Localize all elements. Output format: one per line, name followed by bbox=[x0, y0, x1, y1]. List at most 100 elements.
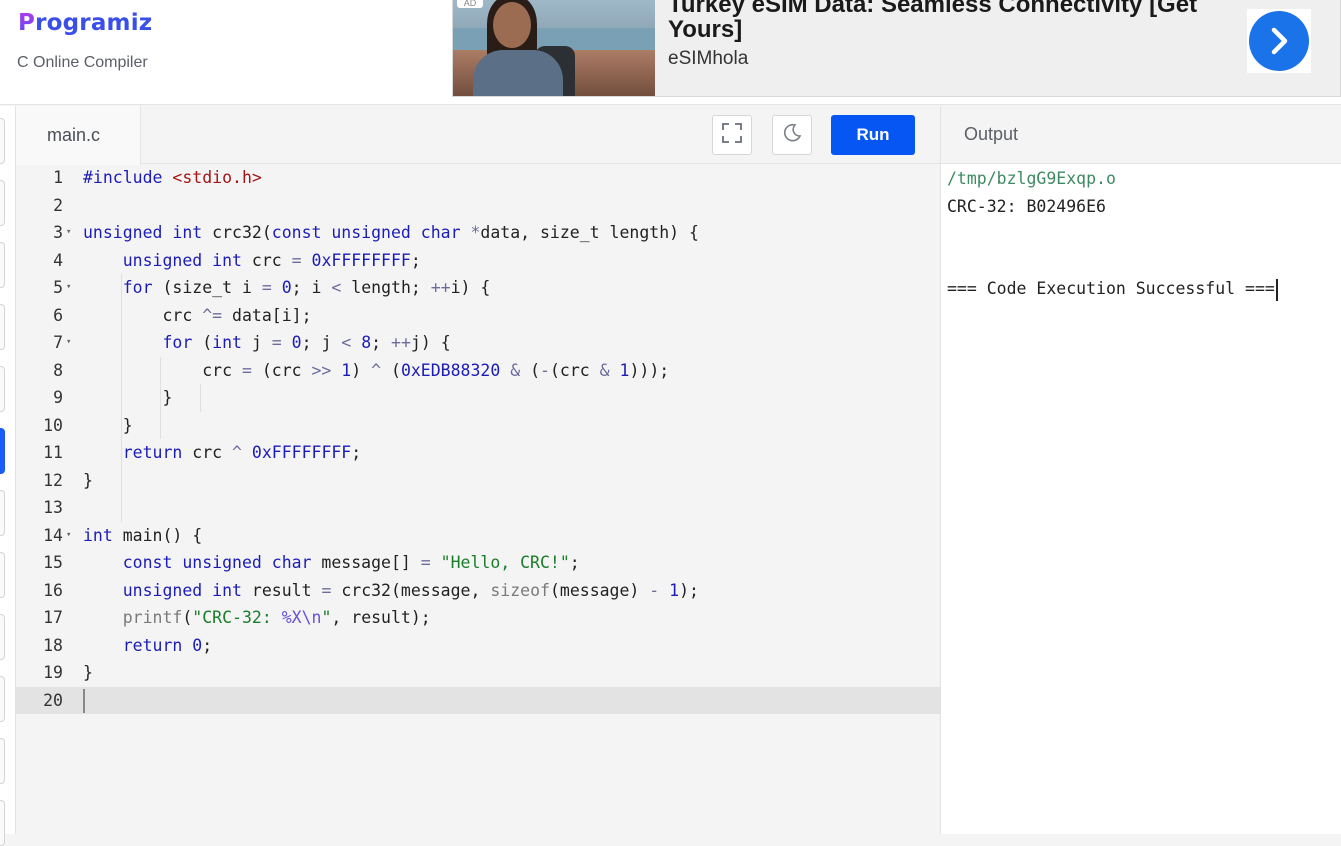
line-number: 2 bbox=[53, 195, 63, 215]
code-line[interactable]: 9 } bbox=[16, 384, 940, 412]
output-title: Output bbox=[941, 106, 1341, 164]
code-line[interactable]: 7 ▾ for (int j = 0; j < 8; ++j) { bbox=[16, 329, 940, 357]
code-area[interactable]: 1 #include <stdio.h> 2 3 ▾ unsigned int crc32… bbox=[16, 164, 940, 834]
code-text: return 0; bbox=[122, 635, 213, 655]
run-button[interactable]: Run bbox=[831, 115, 915, 155]
page-subtitle: C Online Compiler bbox=[17, 54, 148, 71]
line-number: 16 bbox=[43, 580, 63, 600]
code-line[interactable]: 13 bbox=[16, 494, 940, 522]
code-line[interactable]: 16 unsigned int result = crc32(message, … bbox=[16, 577, 940, 605]
code-text: crc ^= data[i]; bbox=[83, 305, 312, 325]
line-number: 7 bbox=[53, 333, 63, 352]
code-line[interactable]: 6 crc ^= data[i]; bbox=[16, 302, 940, 330]
code-text: unsigned int result = crc32(message, siz… bbox=[122, 580, 699, 600]
rail-tab[interactable] bbox=[0, 366, 5, 412]
fold-toggle-icon[interactable]: ▾ bbox=[66, 274, 71, 302]
rail-tab[interactable] bbox=[0, 242, 5, 288]
code-text: unsigned int crc32(const unsigned char *… bbox=[83, 223, 699, 242]
output-line: CRC-32: B02496E6 bbox=[947, 196, 1106, 216]
ad-badge: AD bbox=[457, 0, 483, 8]
output-line-text: === Code Execution Successful === bbox=[947, 279, 1275, 298]
programiz-logo[interactable]: Programiz bbox=[18, 10, 152, 36]
line-number: 17 bbox=[43, 608, 63, 627]
line-number: 9 bbox=[53, 388, 63, 407]
line-number: 11 bbox=[43, 443, 63, 462]
line-number: 1 bbox=[53, 168, 63, 187]
logo-letter: P bbox=[18, 10, 36, 36]
output-panel: Output /tmp/bzlgG9Exqp.o CRC-32: B02496E… bbox=[940, 106, 1341, 834]
rail-tab[interactable] bbox=[0, 118, 5, 164]
rail-tab[interactable] bbox=[0, 738, 5, 784]
code-text: for (int j = 0; j < 8; ++j) { bbox=[162, 333, 451, 352]
ad-title[interactable]: Turkey eSIM Data: Seamless Connectivity … bbox=[668, 0, 1248, 42]
fold-toggle-icon[interactable]: ▾ bbox=[66, 522, 71, 550]
line-number: 6 bbox=[53, 305, 63, 325]
code-line[interactable]: 8 crc = (crc >> 1) ^ (0xEDB88320 & (-(cr… bbox=[16, 357, 940, 385]
code-text: } bbox=[83, 663, 93, 682]
code-line[interactable]: 5 ▾ for (size_t i = 0; i < length; ++i) { bbox=[16, 274, 940, 302]
rail-tab[interactable] bbox=[0, 552, 5, 598]
fold-toggle-icon[interactable]: ▾ bbox=[66, 329, 71, 357]
code-text: for (size_t i = 0; i < length; ++i) { bbox=[122, 278, 491, 297]
line-number: 15 bbox=[43, 553, 63, 572]
code-text: } bbox=[83, 388, 173, 407]
code-line[interactable]: 11 return crc ^ 0xFFFFFFFF; bbox=[16, 439, 940, 467]
code-text: } bbox=[83, 415, 133, 435]
code-line[interactable]: 2 bbox=[16, 192, 940, 220]
text-caret bbox=[1275, 278, 1278, 301]
line-number: 5 bbox=[53, 278, 63, 297]
line-number: 3 bbox=[53, 223, 63, 242]
line-number: 10 bbox=[43, 415, 63, 435]
line-number: 12 bbox=[43, 470, 63, 490]
rail-tab[interactable] bbox=[0, 490, 5, 536]
code-text: const unsigned char message[] = "Hello, … bbox=[122, 553, 580, 572]
rail-tab[interactable] bbox=[0, 676, 5, 722]
theme-toggle-button[interactable] bbox=[772, 115, 812, 155]
code-line[interactable]: 3 ▾ unsigned int crc32(const unsigned char… bbox=[16, 219, 940, 247]
line-number: 20 bbox=[43, 690, 63, 710]
top-header: Programiz C Online Compiler AD Turkey eS… bbox=[0, 0, 1341, 105]
code-line[interactable]: 19} bbox=[16, 659, 940, 687]
line-number: 8 bbox=[53, 360, 63, 380]
logo-text: rogramiz bbox=[35, 10, 153, 36]
code-text: } bbox=[83, 470, 93, 490]
code-line[interactable]: 20 bbox=[16, 686, 940, 714]
fold-toggle-icon[interactable]: ▾ bbox=[66, 219, 71, 247]
file-tab-main-c[interactable]: main.c bbox=[16, 106, 141, 165]
code-line[interactable]: 17 printf("CRC-32: %X\n", result); bbox=[16, 604, 940, 632]
ad-open-button[interactable] bbox=[1247, 9, 1311, 73]
code-text: crc = (crc >> 1) ^ (0xEDB88320 & (-(crc … bbox=[83, 360, 670, 380]
code-line[interactable]: 1 #include <stdio.h> bbox=[16, 164, 940, 192]
rail-tab[interactable] bbox=[0, 800, 5, 846]
rail-tab[interactable] bbox=[0, 304, 5, 350]
code-text: int main() { bbox=[83, 525, 203, 545]
text-cursor bbox=[83, 688, 85, 713]
fullscreen-icon bbox=[721, 122, 743, 149]
ad-image[interactable]: AD bbox=[453, 0, 655, 96]
indent-guide bbox=[160, 356, 162, 439]
code-line[interactable]: 18 return 0; bbox=[16, 632, 940, 660]
code-text: return crc ^ 0xFFFFFFFF; bbox=[122, 443, 362, 462]
left-rail bbox=[0, 106, 16, 846]
output-line: /tmp/bzlgG9Exqp.o bbox=[947, 169, 1116, 188]
rail-tab[interactable] bbox=[0, 614, 5, 660]
code-text: #include <stdio.h> bbox=[83, 168, 262, 187]
ad-brand[interactable]: eSIMhola bbox=[668, 48, 748, 70]
indent-guide bbox=[120, 274, 122, 522]
code-line[interactable]: 10 } bbox=[16, 412, 940, 440]
code-line[interactable]: 12} bbox=[16, 467, 940, 495]
fullscreen-button[interactable] bbox=[712, 115, 752, 155]
rail-tab[interactable] bbox=[0, 180, 5, 226]
code-text: printf("CRC-32: %X\n", result); bbox=[122, 608, 431, 627]
line-number: 18 bbox=[43, 635, 63, 655]
output-line-success: === Code Execution Successful === bbox=[947, 275, 1278, 303]
rail-tab-active[interactable] bbox=[0, 428, 5, 474]
line-number: 19 bbox=[43, 663, 63, 682]
moon-icon bbox=[781, 122, 803, 149]
line-number: 14 bbox=[43, 525, 63, 545]
code-line[interactable]: 4 unsigned int crc = 0xFFFFFFFF; bbox=[16, 247, 940, 275]
ad-banner[interactable]: AD Turkey eSIM Data: Seamless Connectivi… bbox=[452, 0, 1341, 97]
code-line[interactable]: 15 const unsigned char message[] = "Hell… bbox=[16, 549, 940, 577]
code-line[interactable]: 14 ▾ int main() { bbox=[16, 522, 940, 550]
chevron-right-icon bbox=[1249, 11, 1309, 71]
